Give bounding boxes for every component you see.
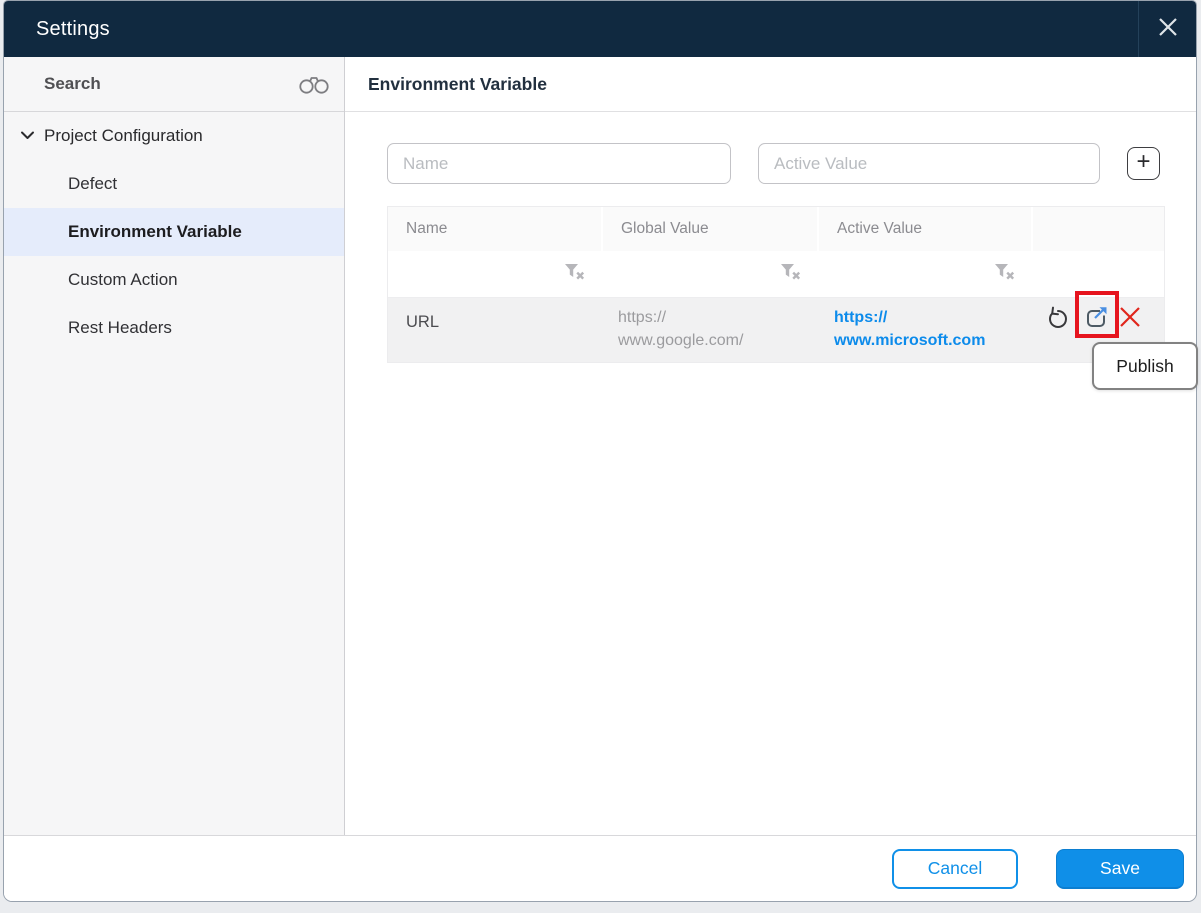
- publish-icon[interactable]: [1083, 303, 1111, 331]
- filter-clear-icon[interactable]: [564, 263, 586, 286]
- name-input[interactable]: [387, 143, 731, 184]
- column-header-active-value: Active Value: [819, 207, 1033, 251]
- settings-dialog: Settings Search Project Configuration De…: [3, 0, 1198, 902]
- add-variable-button[interactable]: +: [1127, 147, 1160, 180]
- chevron-down-icon[interactable]: [20, 126, 35, 146]
- dialog-body: Search Project Configuration Defect Envi…: [4, 57, 1198, 835]
- table-filter-row: [388, 251, 1164, 297]
- sidebar-item-label: Project Configuration: [44, 126, 203, 145]
- sidebar-item-environment-variable[interactable]: Environment Variable: [4, 208, 344, 256]
- sidebar-item-rest-headers[interactable]: Rest Headers: [4, 304, 344, 352]
- filter-active-value[interactable]: [819, 251, 1033, 297]
- revert-icon[interactable]: [1045, 305, 1069, 331]
- dialog-header: Settings: [4, 1, 1196, 57]
- settings-sidebar: Search Project Configuration Defect Envi…: [4, 57, 345, 835]
- filter-name[interactable]: [388, 251, 603, 297]
- sidebar-item-custom-action[interactable]: Custom Action: [4, 256, 344, 304]
- close-icon: [1155, 14, 1181, 45]
- filter-actions-empty: [1033, 251, 1164, 297]
- environment-variable-table: Name Global Value Active Value URL https…: [387, 206, 1165, 363]
- sidebar-item-label: Custom Action: [68, 270, 178, 289]
- binoculars-icon[interactable]: [298, 73, 330, 95]
- environment-variable-panel: Environment Variable + Name Global Value: [345, 57, 1198, 835]
- sidebar-nav: Project Configuration Defect Environment…: [4, 112, 344, 352]
- column-header-actions: [1033, 207, 1164, 251]
- panel-content: + Name Global Value Active Value: [345, 112, 1198, 390]
- close-button[interactable]: [1138, 1, 1196, 57]
- save-button[interactable]: Save: [1056, 848, 1184, 889]
- table-header-row: Name Global Value Active Value: [388, 207, 1164, 251]
- search-label: Search: [44, 74, 101, 93]
- sidebar-item-label: Rest Headers: [68, 318, 172, 337]
- table-row: URL https:// www.google.com/ https:// ww…: [388, 297, 1164, 362]
- sidebar-item-label: Environment Variable: [68, 222, 242, 241]
- global-value-cell: https:// www.google.com/: [618, 309, 744, 349]
- filter-global-value[interactable]: [603, 251, 819, 297]
- active-value-cell[interactable]: https:// www.microsoft.com: [819, 298, 1033, 362]
- sidebar-item-label: Defect: [68, 174, 118, 193]
- tooltip-label: Publish: [1116, 355, 1174, 376]
- column-header-name: Name: [388, 207, 603, 251]
- cancel-button[interactable]: Cancel: [892, 848, 1018, 889]
- column-header-global-value: Global Value: [603, 207, 819, 251]
- plus-icon: +: [1136, 148, 1151, 175]
- dialog-title: Settings: [36, 17, 110, 40]
- search-field[interactable]: Search: [4, 57, 344, 112]
- sidebar-item-defect[interactable]: Defect: [4, 160, 344, 208]
- publish-tooltip: Publish: [1092, 342, 1198, 390]
- sidebar-item-project-configuration[interactable]: Project Configuration: [4, 112, 344, 160]
- page-title: Environment Variable: [368, 73, 547, 94]
- active-value-input[interactable]: [758, 143, 1100, 184]
- delete-x-icon[interactable]: [1117, 304, 1143, 330]
- variable-name-cell: URL: [406, 313, 440, 331]
- filter-clear-icon[interactable]: [780, 263, 802, 286]
- panel-title-row: Environment Variable: [345, 57, 1196, 112]
- dialog-footer: Cancel Save: [4, 835, 1196, 901]
- new-variable-form: +: [387, 143, 1196, 184]
- filter-clear-icon[interactable]: [994, 263, 1016, 286]
